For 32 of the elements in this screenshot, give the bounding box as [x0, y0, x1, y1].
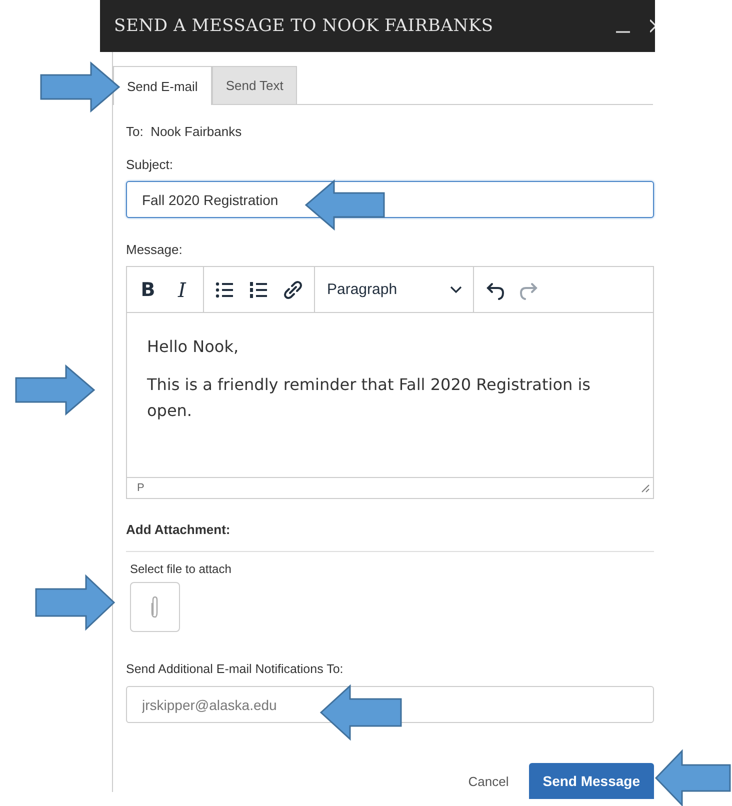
numbered-list-icon	[249, 280, 269, 300]
tab[interactable]: Send E-mail	[113, 66, 212, 105]
attach-prompt: Select file to attach	[130, 562, 232, 576]
bold-button[interactable]: B	[133, 274, 163, 304]
arrow-icon	[15, 365, 95, 415]
italic-button[interactable]: I	[167, 274, 197, 304]
close-icon[interactable]	[650, 18, 655, 34]
message-label: Message:	[126, 242, 184, 257]
arrow-icon	[35, 575, 115, 630]
link-icon	[283, 280, 303, 300]
attachment-heading: Add Attachment:	[126, 522, 232, 537]
notifications-label: Send Additional E-mail Notifications To:	[126, 662, 344, 676]
subject-field[interactable]: Fall 2020 Registration	[126, 181, 654, 218]
arrow-icon	[305, 180, 385, 230]
recipient-line: To: Nook Fairbanks	[126, 124, 243, 139]
arrow-icon	[40, 62, 120, 112]
cancel-button[interactable]: Cancel	[468, 774, 509, 788]
message-paragraph: This is a friendly reminder that Fall 2020 Registration is open.	[147, 374, 592, 422]
message-paragraph: Hello Nook,	[147, 336, 240, 358]
window-title: SEND A MESSAGE TO NOOK FAIRBANKS	[114, 16, 494, 36]
chevron-down-icon	[449, 284, 463, 294]
send-message-button[interactable]: Send Message	[528, 763, 654, 799]
message-body[interactable]: Hello Nook, This is a friendly reminder that Fall 2020 Registration is open.	[127, 313, 653, 477]
email-field[interactable]: jrskipper@alaska.edu	[126, 686, 654, 723]
tab[interactable]: Send Text	[212, 66, 298, 104]
block-format-dropdown[interactable]: Paragraph	[321, 274, 467, 304]
subject-label: Subject:	[126, 157, 174, 172]
resize-handle-icon[interactable]	[641, 484, 650, 492]
arrow-icon	[320, 685, 402, 740]
element-path: P	[137, 482, 144, 494]
arrow-icon	[655, 750, 731, 806]
bullet-list-icon	[215, 280, 235, 300]
